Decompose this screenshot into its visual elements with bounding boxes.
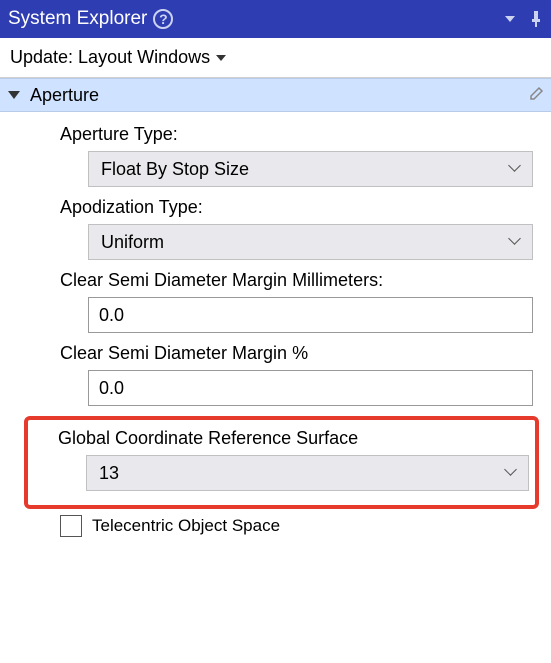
panel-titlebar: System Explorer ?	[0, 0, 551, 38]
minimize-icon[interactable]	[503, 12, 517, 26]
apodization-type-label: Apodization Type:	[60, 197, 533, 218]
edit-icon[interactable]	[529, 85, 545, 106]
chevron-down-icon	[510, 236, 522, 248]
collapse-caret-icon	[8, 91, 20, 99]
update-dropdown-button[interactable]: Update: Layout Windows	[10, 47, 226, 68]
aperture-panel: Aperture Type: Float By Stop Size Apodiz…	[0, 112, 551, 537]
chevron-down-icon	[506, 467, 518, 479]
pin-icon[interactable]	[529, 11, 543, 27]
telecentric-label: Telecentric Object Space	[92, 516, 280, 536]
aperture-type-value: Float By Stop Size	[101, 159, 249, 180]
apodization-type-value: Uniform	[101, 232, 164, 253]
panel-title: System Explorer	[8, 8, 147, 30]
csd-pct-label: Clear Semi Diameter Margin %	[60, 343, 533, 364]
global-coord-label: Global Coordinate Reference Surface	[34, 428, 529, 449]
highlight-annotation: Global Coordinate Reference Surface 13	[24, 416, 539, 509]
aperture-type-label: Aperture Type:	[60, 124, 533, 145]
chevron-down-icon	[510, 163, 522, 175]
global-coord-dropdown[interactable]: 13	[86, 455, 529, 491]
chevron-down-icon	[216, 55, 226, 61]
aperture-type-dropdown[interactable]: Float By Stop Size	[88, 151, 533, 187]
section-title: Aperture	[30, 85, 99, 106]
telecentric-checkbox[interactable]	[60, 515, 82, 537]
help-icon[interactable]: ?	[153, 9, 173, 29]
telecentric-checkbox-row[interactable]: Telecentric Object Space	[60, 515, 533, 537]
global-coord-value: 13	[99, 463, 119, 484]
csd-mm-input[interactable]	[88, 297, 533, 333]
apodization-type-dropdown[interactable]: Uniform	[88, 224, 533, 260]
section-header-aperture[interactable]: Aperture	[0, 78, 551, 112]
toolbar: Update: Layout Windows	[0, 38, 551, 78]
csd-mm-label: Clear Semi Diameter Margin Millimeters:	[60, 270, 533, 291]
update-label: Update: Layout Windows	[10, 47, 210, 68]
csd-pct-input[interactable]	[88, 370, 533, 406]
